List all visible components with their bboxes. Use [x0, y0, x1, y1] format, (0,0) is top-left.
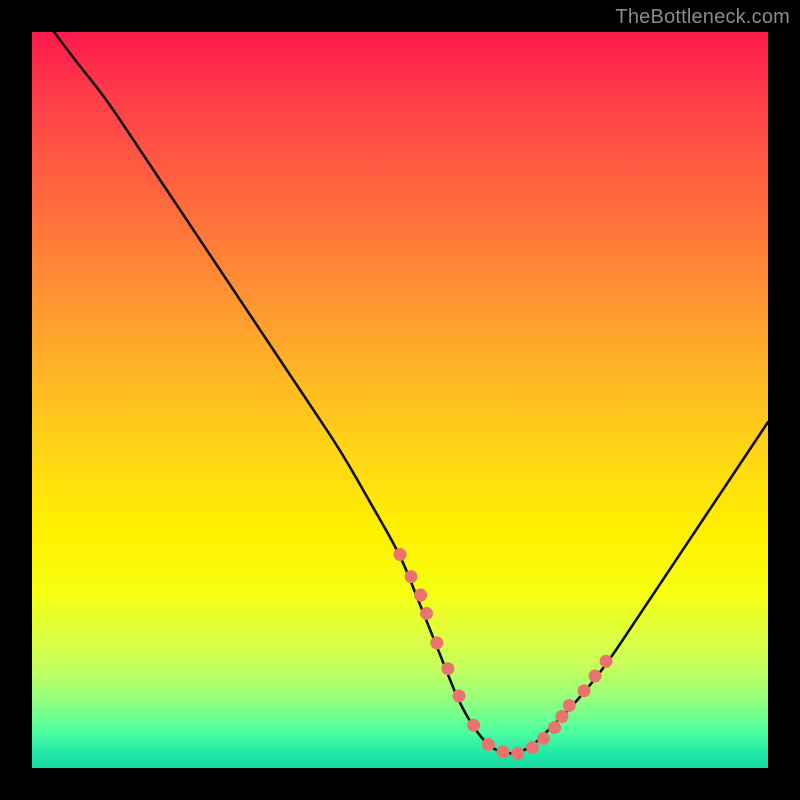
- data-dot: [548, 721, 561, 734]
- data-dot: [441, 662, 454, 675]
- data-dot: [600, 655, 613, 668]
- data-dot: [526, 741, 539, 754]
- data-dot: [563, 699, 576, 712]
- chart-container: TheBottleneck.com: [0, 0, 800, 800]
- data-dot: [467, 719, 480, 732]
- watermark-text: TheBottleneck.com: [615, 6, 790, 29]
- bottleneck-curve: [54, 32, 768, 753]
- data-dot: [420, 607, 433, 620]
- data-dot: [555, 710, 568, 723]
- data-dot: [405, 570, 418, 583]
- plot-area: [32, 32, 768, 768]
- data-dot: [394, 548, 407, 561]
- data-dot: [497, 745, 510, 758]
- data-dot: [414, 589, 427, 602]
- data-dot: [589, 670, 602, 683]
- data-dot: [430, 636, 443, 649]
- data-dot: [482, 738, 495, 751]
- data-dot: [537, 732, 550, 745]
- curve-path: [54, 32, 768, 753]
- data-dot: [578, 684, 591, 697]
- chart-svg: [32, 32, 768, 768]
- data-dot: [511, 747, 524, 760]
- data-dot: [452, 689, 465, 702]
- curve-data-points: [394, 548, 613, 760]
